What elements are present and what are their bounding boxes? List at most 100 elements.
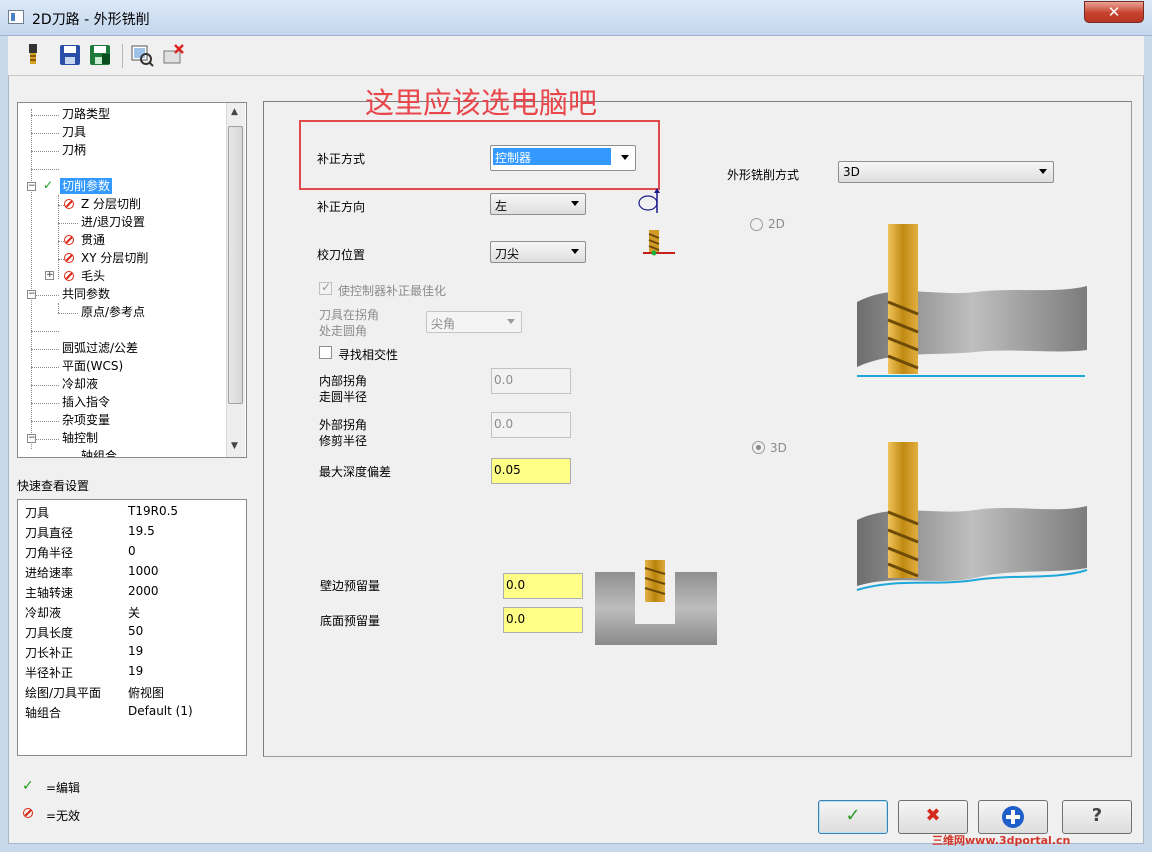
tree-item-lead-in-out[interactable]: 进/退刀设置 (81, 214, 145, 230)
roll-corners-select[interactable]: 尖角 (426, 311, 522, 333)
tree-item-cut-params[interactable]: 切削参数 (60, 178, 113, 194)
disabled-icon (23, 808, 33, 818)
roll-corners-label-1: 刀具在拐角 (319, 308, 380, 322)
quick-value: T19R0.5 (128, 504, 179, 518)
tool-tip-icon (643, 230, 675, 256)
quick-value: Default (1) (128, 704, 193, 718)
optimize-checkbox[interactable]: ✓ (319, 280, 332, 295)
tree-item-arc-filter[interactable]: 圆弧过滤/公差 (62, 340, 138, 356)
chevron-down-icon (571, 249, 579, 254)
radio-2d-label: 2D (768, 217, 785, 231)
tree-item-home-ref[interactable]: 原点/参考点 (81, 304, 145, 320)
cut-params-panel (263, 101, 1132, 757)
quick-label: 刀角半径 (25, 546, 74, 560)
chevron-down-icon (571, 201, 579, 206)
2d-contour-preview-image (857, 224, 1087, 377)
quick-label: 绘图/刀具平面 (25, 686, 102, 700)
collapse-icon[interactable]: − (27, 434, 36, 443)
preview-icon[interactable] (130, 42, 154, 68)
save-icon[interactable] (58, 42, 82, 68)
quick-label: 主轴转速 (25, 586, 74, 600)
save-as-icon[interactable] (88, 42, 112, 68)
quick-value: 俯视图 (128, 686, 165, 700)
remove-icon[interactable] (162, 42, 186, 68)
tree-item-axis-control[interactable]: 轴控制 (62, 430, 98, 446)
comp-type-value: 控制器 (493, 148, 611, 165)
quick-view-panel: 刀具 T19R0.5 刀具直径 19.5 刀角半径 0 进给速率 1000 主轴… (17, 499, 247, 756)
quick-value: 19 (128, 644, 144, 658)
scroll-down-icon[interactable]: ▼ (231, 441, 238, 451)
radio-3d[interactable] (752, 441, 765, 454)
cancel-button[interactable]: ✖ (898, 800, 968, 834)
max-depth-label: 最大深度偏差 (319, 465, 392, 479)
disabled-icon (64, 235, 74, 245)
contour-type-select[interactable]: 3D (838, 161, 1054, 183)
contour-type-value: 3D (843, 165, 860, 179)
help-icon: ? (1091, 805, 1103, 826)
tree-item-toolpath-type[interactable]: 刀路类型 (62, 106, 110, 122)
legend-disabled: =无效 (46, 809, 81, 823)
tree-scroll-thumb[interactable] (228, 126, 243, 404)
tree-item-misc-values[interactable]: 杂项变量 (62, 412, 110, 428)
disabled-icon (64, 271, 74, 281)
radio-2d[interactable] (750, 218, 763, 231)
tree-item-tabs[interactable]: 毛头 (81, 268, 105, 284)
help-button[interactable]: ? (1062, 800, 1132, 834)
collapse-icon[interactable]: − (27, 182, 36, 191)
quick-label: 半径补正 (25, 666, 74, 680)
quick-value: 50 (128, 624, 144, 638)
quick-label: 冷却液 (25, 606, 62, 620)
max-depth-field[interactable]: 0.05 (491, 458, 571, 484)
scroll-up-icon[interactable]: ▲ (231, 107, 238, 117)
tip-comp-value: 刀尖 (495, 247, 520, 261)
plus-icon (1002, 806, 1024, 828)
outer-corner-label-2: 修剪半径 (319, 434, 368, 448)
quick-label: 刀长补正 (25, 646, 74, 660)
wall-stock-field[interactable]: 0.0 (503, 573, 583, 599)
quick-label: 刀具直径 (25, 526, 74, 540)
optimize-label: 使控制器补正最佳化 (338, 284, 447, 298)
tree-item-axis-combination[interactable]: 轴组合 (81, 448, 117, 457)
quick-label: 刀具 (25, 506, 50, 520)
tree-item-break-through[interactable]: 贯通 (81, 232, 105, 248)
app-icon (8, 10, 24, 24)
quick-value: 1000 (128, 564, 159, 578)
parameter-tree: 刀路类型 刀具 刀柄 − ✓ 切削参数 Z 分层切削 进/退刀设置 贯通 XY … (17, 102, 247, 458)
quick-value: 19 (128, 664, 144, 678)
window-title: 2D刀路 - 外形铣削 (32, 12, 150, 28)
infinite-look-checkbox[interactable] (319, 346, 332, 359)
floor-stock-field[interactable]: 0.0 (503, 607, 583, 633)
tree-item-holder[interactable]: 刀柄 (62, 142, 86, 158)
comp-dir-select[interactable]: 左 (490, 193, 586, 215)
watermark: 三维网www.3dportal.cn (932, 834, 1071, 847)
quick-label: 轴组合 (25, 706, 62, 720)
tree-item-linking-params[interactable]: 共同参数 (62, 286, 110, 302)
collapse-icon[interactable]: − (27, 290, 36, 299)
wall-stock-label: 壁边预留量 (320, 579, 381, 593)
comp-type-label: 补正方式 (317, 152, 366, 166)
tree-item-tool[interactable]: 刀具 (62, 124, 86, 140)
quick-value: 0 (128, 544, 136, 558)
tool-icon[interactable] (21, 42, 45, 68)
comp-dir-label: 补正方向 (317, 200, 366, 214)
close-button[interactable]: ✕ (1084, 1, 1144, 23)
tree-item-planes[interactable]: 平面(WCS) (62, 358, 123, 374)
contour-type-label: 外形铣削方式 (727, 168, 800, 182)
edited-check-icon: ✓ (22, 778, 34, 794)
tip-comp-select[interactable]: 刀尖 (490, 241, 586, 263)
tree-item-coolant[interactable]: 冷却液 (62, 376, 98, 392)
tip-comp-label: 校刀位置 (317, 248, 366, 262)
expand-icon[interactable]: + (45, 271, 54, 280)
tree-item-canned-text[interactable]: 插入指令 (62, 394, 110, 410)
tree-item-depth-cuts[interactable]: Z 分层切削 (81, 196, 141, 212)
ok-button[interactable]: ✓ (818, 800, 888, 834)
add-button[interactable] (978, 800, 1048, 834)
inner-corner-radius-field[interactable]: 0.0 (491, 368, 571, 394)
comp-type-select[interactable]: 控制器 (490, 145, 636, 171)
outer-corner-radius-field[interactable]: 0.0 (491, 412, 571, 438)
title-bar (0, 0, 1152, 36)
inner-corner-label-2: 走圆半径 (319, 390, 368, 404)
disabled-icon (64, 199, 74, 209)
tree-item-xy-cuts[interactable]: XY 分层切削 (81, 250, 148, 266)
toolbar-separator (122, 44, 123, 68)
